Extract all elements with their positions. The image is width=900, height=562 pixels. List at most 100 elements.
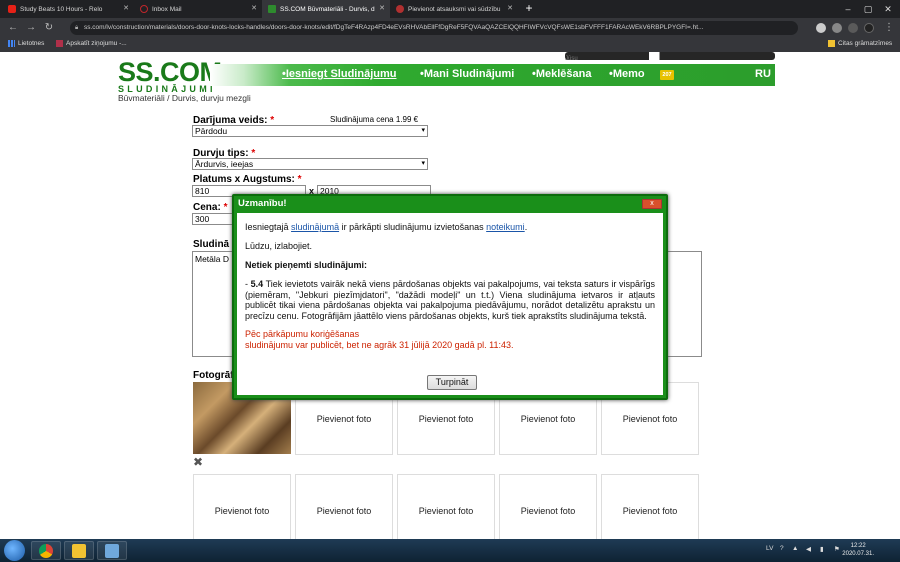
minimize-icon[interactable]: –	[838, 0, 858, 18]
folder-icon	[72, 544, 86, 558]
close-window-icon[interactable]: ✕	[878, 0, 898, 18]
bookmarks-bar: Lietotnes Apskatīt ziņojumu -... Citas g…	[0, 38, 900, 52]
youtube-icon	[8, 5, 16, 13]
clock-time: 12:22	[850, 543, 866, 549]
tab-ss-com[interactable]: SS.COM Būvmateriāli - Durvis, d ✕	[262, 0, 390, 18]
taskbar-explorer[interactable]	[64, 541, 94, 560]
warning-dialog: Uzmanību! x Iesniegtajā sludinājumā ir p…	[232, 194, 668, 400]
continue-button[interactable]: Turpināt	[427, 375, 477, 390]
clock-date: 2020.07.31.	[842, 551, 874, 557]
menu-my-ads[interactable]: •Mani Sludinājumi	[420, 68, 514, 80]
address-bar[interactable]: 🔒︎ ss.com/lv/construction/materials/door…	[70, 21, 798, 35]
forward-icon[interactable]: →	[24, 21, 38, 35]
add-photo-slot[interactable]: Pievienot foto	[193, 474, 291, 539]
door-type-value: Ārdurvis, ieejas	[195, 159, 254, 169]
tab-title: SS.COM Būvmateriāli - Durvis, d	[280, 5, 375, 13]
deal-type-value: Pārdodu	[195, 126, 228, 136]
dialog-body: Iesniegtajā sludinājumā ir pārkāpti slud…	[237, 213, 663, 395]
menu-memo[interactable]: •Memo	[609, 68, 645, 80]
reload-icon[interactable]: ↻	[42, 21, 56, 35]
maximize-icon[interactable]: ▢	[858, 0, 878, 18]
add-photo-slot[interactable]: Pievienot foto	[601, 474, 699, 539]
tab-study-beats[interactable]: Study Beats 10 Hours - Relo ✕	[2, 0, 134, 18]
chevron-down-icon: ▾	[421, 127, 425, 134]
size-label: Platums x Augstums: *	[193, 174, 302, 185]
apology-text: Lūdzu, izlabojiet.	[245, 241, 313, 251]
logo-text: SS.COM	[118, 57, 222, 87]
tab-title: Study Beats 10 Hours - Relo	[20, 5, 103, 13]
extension-icon[interactable]	[816, 23, 826, 33]
tray-arrow-icon[interactable]: ▲	[792, 545, 798, 552]
clock[interactable]: 12:22 2020.07.31.	[842, 542, 874, 558]
bookmark-apps[interactable]: Lietotnes	[8, 40, 44, 47]
browser-tab-bar: Study Beats 10 Hours - Relo ✕ Inbox Mail…	[0, 0, 900, 18]
close-tab-icon[interactable]: ✕	[123, 4, 129, 12]
app-icon	[105, 544, 119, 558]
ad-text-label: Sludinā	[193, 239, 230, 250]
bookmark-label: Apskatīt ziņojumu -...	[66, 40, 127, 47]
taskbar-chrome[interactable]	[31, 541, 61, 560]
tab-title: Inbox Mail	[152, 5, 182, 13]
dialog-close-button[interactable]: x	[642, 199, 662, 209]
add-photo-slot[interactable]: Pievienot foto	[397, 474, 495, 539]
new-tab-button[interactable]: +	[522, 2, 536, 16]
breadcrumb[interactable]: Būvmateriāli / Durvis, durvju mezgli	[118, 93, 251, 103]
rule-number: 5.4	[250, 279, 264, 289]
add-photo-slot[interactable]: Pievienot foto	[295, 474, 393, 539]
bookmark-favicon-icon	[56, 40, 63, 47]
mail-icon	[140, 5, 148, 13]
rule-text: - 5.4 Tiek ievietots vairāk nekā viens p…	[245, 279, 655, 321]
flag-icon[interactable]: ⚑	[834, 545, 840, 553]
ad-price-note: Sludinājuma cena 1.99 €	[330, 115, 419, 124]
tab-title: Pievienot atsauksmi vai sūdzību	[408, 5, 501, 13]
apps-grid-icon	[8, 40, 15, 47]
lock-icon: 🔒︎	[75, 25, 79, 31]
tab-feedback[interactable]: Pievienot atsauksmi vai sūdzību ✕	[390, 0, 518, 18]
taskbar-app[interactable]	[97, 541, 127, 560]
bookmark-label: Lietotnes	[18, 40, 45, 47]
extension-puzzle-icon[interactable]	[848, 23, 858, 33]
photos-label: Fotogrāf	[193, 370, 234, 381]
main-menu: •Iesniegt Sludinājumu •Mani Sludinājumi …	[210, 64, 775, 86]
close-tab-icon[interactable]: ✕	[379, 4, 385, 12]
ad-text-value: Metāla D	[195, 254, 230, 264]
ss-com-icon	[268, 5, 276, 13]
menu-search[interactable]: •Meklēšana	[532, 68, 592, 80]
profile-avatar[interactable]	[864, 23, 874, 33]
url-text: ss.com/lv/construction/materials/doors-d…	[84, 24, 704, 31]
bookmark-other[interactable]: Citas grāmatzīmes	[828, 40, 892, 47]
delete-photo-icon[interactable]: ✖	[193, 455, 203, 469]
ss-com-logo[interactable]: SS.COM SLUDINĀJUMI	[118, 57, 222, 95]
language-switch-ru[interactable]: RU	[755, 68, 771, 80]
chevron-down-icon: ▾	[421, 160, 425, 167]
network-icon[interactable]: ▮	[820, 545, 824, 553]
redaction-scribble	[565, 52, 775, 60]
door-type-select[interactable]: Ārdurvis, ieejas ▾	[192, 158, 428, 170]
feedback-icon	[396, 5, 404, 13]
add-photo-slot[interactable]: Pievienot foto	[499, 474, 597, 539]
chrome-icon	[39, 544, 53, 558]
volume-icon[interactable]: ◀	[806, 545, 811, 553]
violation-notice: Iesniegtajā sludinājumā ir pārkāpti slud…	[245, 222, 528, 232]
back-icon[interactable]: ←	[6, 21, 20, 35]
start-button[interactable]	[4, 540, 25, 561]
publish-warning: Pēc pārkāpumu koriģēšanas sludinājumu va…	[245, 329, 514, 350]
extension-icon-2[interactable]	[832, 23, 842, 33]
input-language[interactable]: LV	[766, 545, 773, 552]
close-tab-icon[interactable]: ✕	[507, 4, 513, 12]
tab-inbox-mail[interactable]: Inbox Mail ✕	[134, 0, 262, 18]
ad-link[interactable]: sludinājumā	[291, 222, 339, 232]
price-label: Cena: *	[193, 202, 228, 213]
rejected-heading: Netiek pieņemti sludinājumi:	[245, 260, 368, 270]
memo-count-badge: 207	[660, 70, 674, 80]
bookmark-message[interactable]: Apskatīt ziņojumu -...	[56, 40, 127, 47]
menu-dots-icon[interactable]: ⋮	[882, 21, 896, 35]
help-icon[interactable]: ?	[780, 545, 784, 552]
deal-type-select[interactable]: Pārdodu ▾	[192, 125, 428, 137]
windows-taskbar: LV ? ▲ ◀ ▮ ⚑ 12:22 2020.07.31.	[0, 539, 900, 562]
folder-icon	[828, 40, 835, 47]
close-tab-icon[interactable]: ✕	[251, 4, 257, 12]
menu-submit-ad[interactable]: •Iesniegt Sludinājumu	[282, 68, 396, 80]
browser-toolbar: ← → ↻ 🔒︎ ss.com/lv/construction/material…	[0, 18, 900, 38]
rules-link[interactable]: noteikumi	[486, 222, 525, 232]
